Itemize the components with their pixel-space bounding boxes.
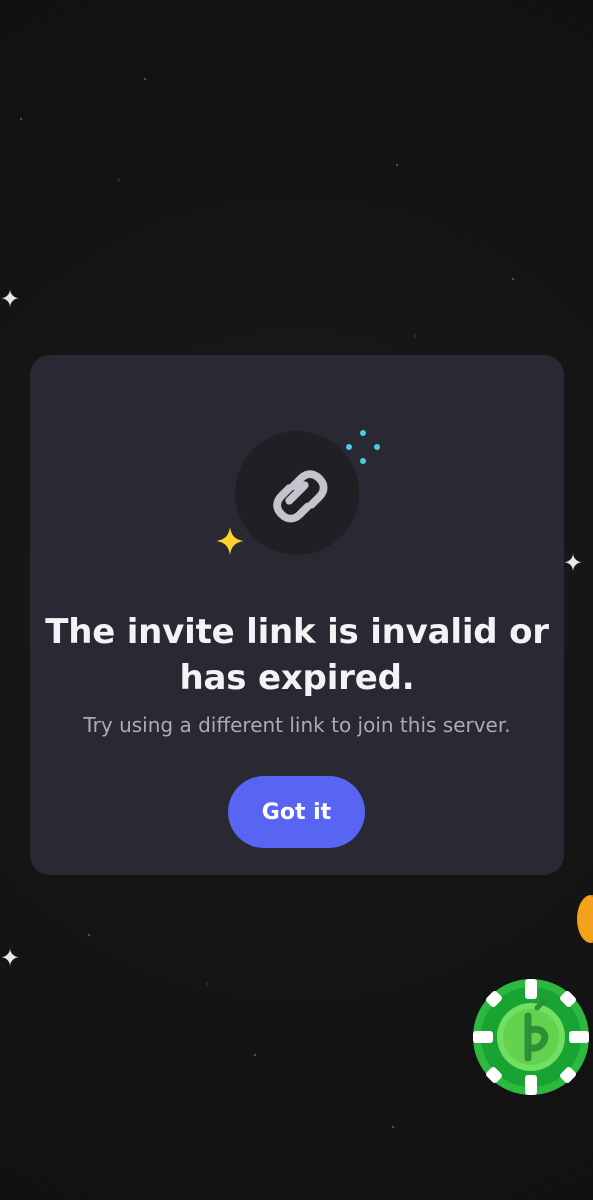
invite-link-icon-circle [235,431,359,555]
invite-error-title-line-1: The invite link is invalid or [45,612,549,652]
invite-error-subtitle: Try using a different link to join this … [83,713,511,737]
background-star-right-mid: ✦ [563,549,584,577]
invite-error-title-line-2: has expired. [179,658,415,698]
green-poker-chip-icon [473,979,589,1095]
background-dust-7 [392,1126,394,1128]
background-dust-4 [512,278,514,280]
yellow-sparkle-icon [216,527,244,555]
background-dust-6 [254,1054,256,1056]
background-star-left-top: ✦ [0,285,21,313]
background-dust-2 [144,78,146,80]
got-it-button[interactable]: Got it [228,776,365,848]
cyan-sparkle-icon [346,430,380,464]
invite-error-modal: The invite link is invalid or has expire… [30,355,564,875]
link-icon [273,470,328,523]
background-dust-1 [20,118,22,120]
background-dust-5 [88,934,90,936]
invite-error-title: The invite link is invalid or has expire… [30,609,564,701]
background-star-left-bottom: ✦ [0,944,21,972]
background-dust-3 [396,164,398,166]
